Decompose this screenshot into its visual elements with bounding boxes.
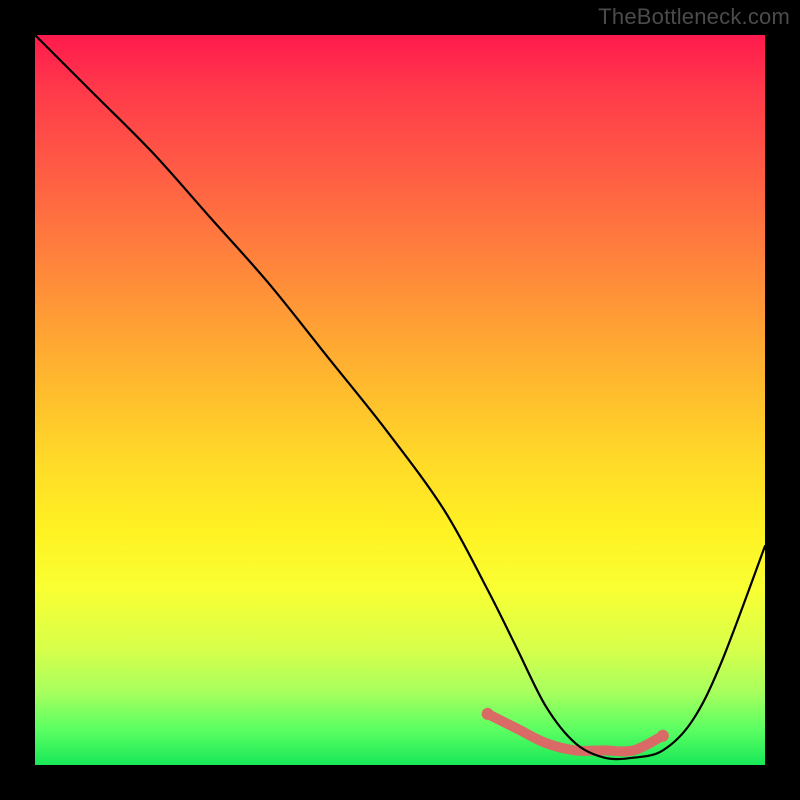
watermark-text: TheBottleneck.com <box>598 4 790 30</box>
curve-svg <box>35 35 765 765</box>
plot-area <box>35 35 765 765</box>
bottleneck-curve <box>35 35 765 759</box>
optimal-range-band <box>488 714 663 752</box>
chart-frame: TheBottleneck.com <box>0 0 800 800</box>
optimal-range-end-dot <box>657 730 669 742</box>
optimal-range-start-dot <box>482 708 494 720</box>
